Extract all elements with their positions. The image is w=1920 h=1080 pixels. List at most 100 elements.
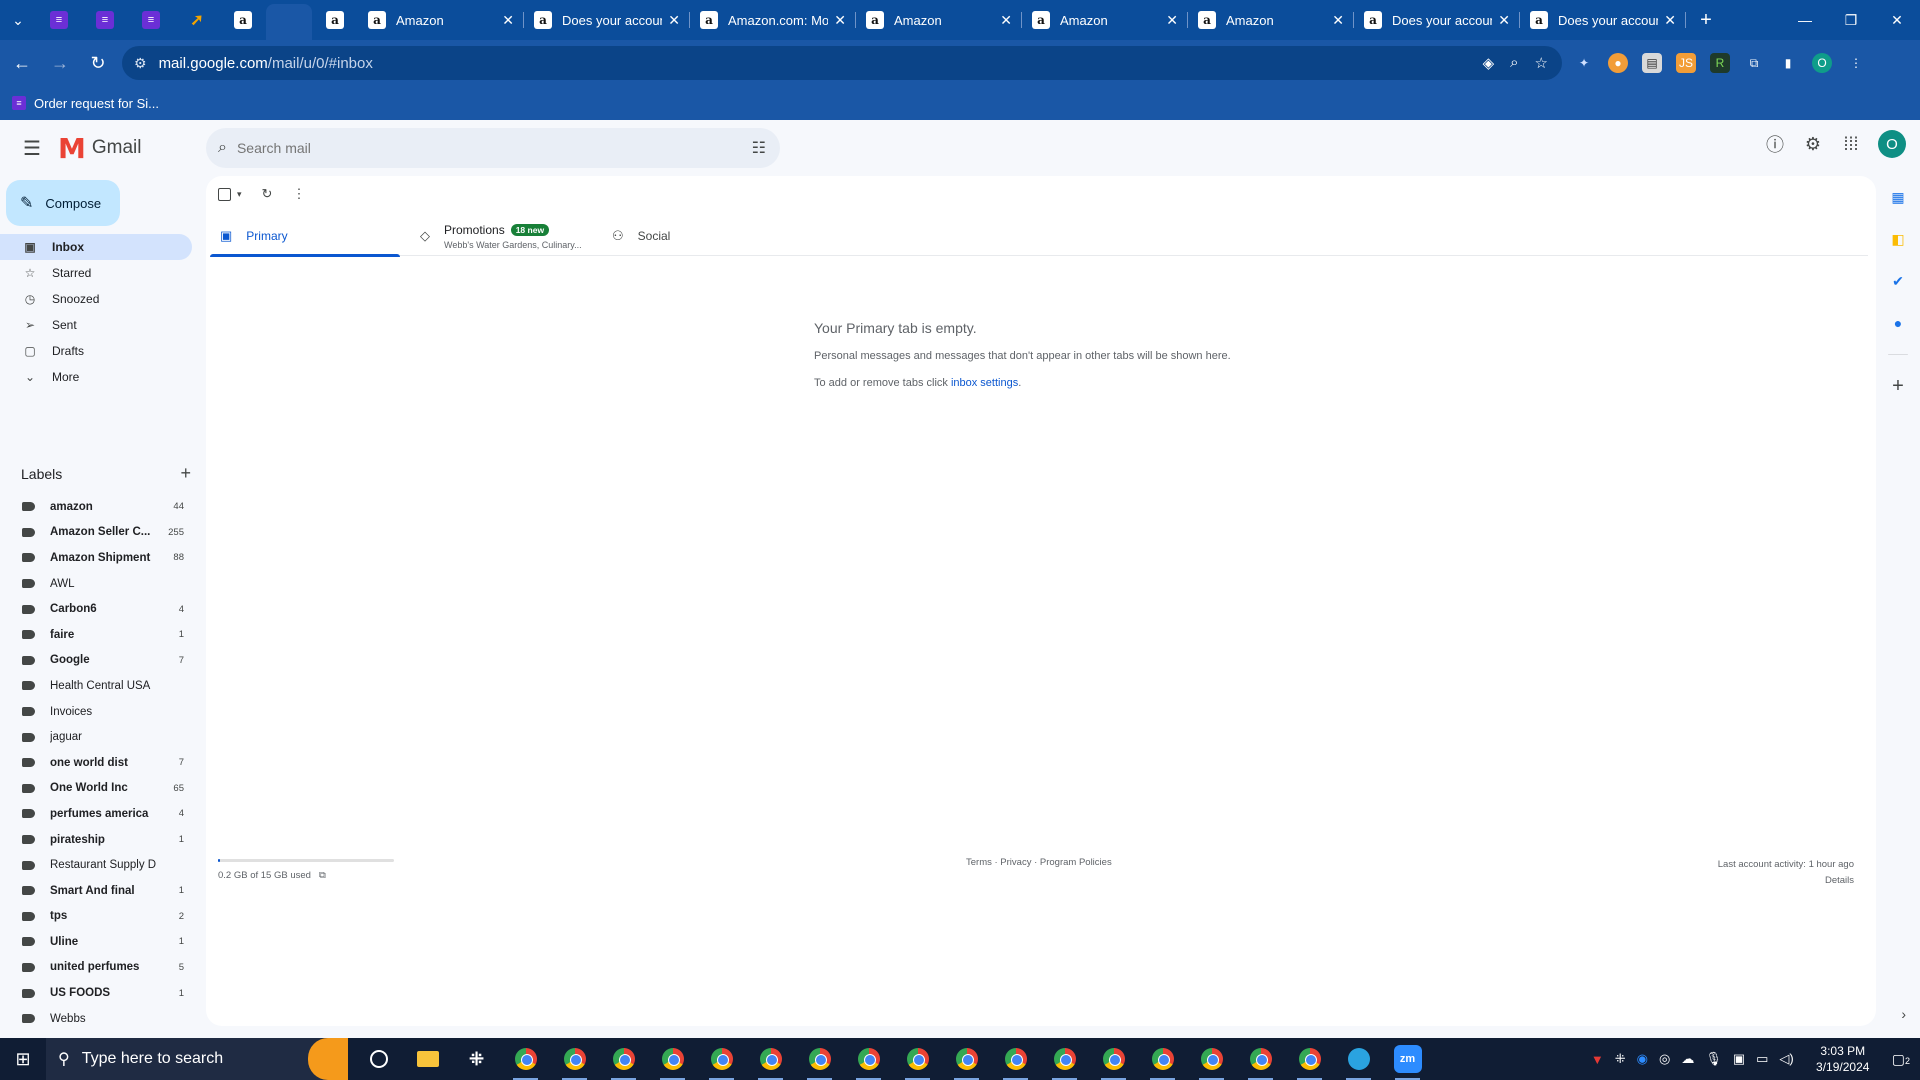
browser-tab[interactable]: a Amazon ✕ [358,0,524,40]
chrome-icon[interactable] [1285,1038,1334,1080]
tasks-icon[interactable]: ✔ [1887,270,1909,292]
chrome-icon[interactable] [599,1038,648,1080]
nav-item-inbox[interactable]: ▣ Inbox [0,234,192,260]
browser-tab[interactable]: a Does your accoun ✕ [1520,0,1686,40]
gmail-logo[interactable]: M Gmail [58,132,142,165]
select-all-checkbox[interactable]: ▾ [218,187,242,201]
telegram-icon[interactable] [1334,1038,1383,1080]
label-item[interactable]: Uline 1 [0,929,200,955]
chrome-icon[interactable] [1089,1038,1138,1080]
microphone-icon[interactable]: 🎙︎ [1705,1051,1722,1067]
contacts-icon[interactable]: ● [1887,312,1909,334]
label-item[interactable]: Health Central USA [0,673,200,699]
external-link-icon[interactable]: ⧉ [319,870,326,881]
pinned-tab[interactable]: ➚ [174,0,220,40]
pinned-tab-gmail[interactable]: M [266,4,967,587]
file-explorer-icon[interactable] [403,1038,452,1080]
close-icon[interactable]: ✕ [1000,12,1012,29]
tray-app-icon[interactable]: ⁜ [1615,1051,1626,1067]
label-item[interactable]: Amazon Shipment 88 [0,545,200,571]
account-avatar[interactable]: O [1878,130,1906,158]
chrome-icon[interactable] [1138,1038,1187,1080]
close-icon[interactable]: ✕ [1664,12,1676,29]
extension-js-icon[interactable]: JS [1676,53,1696,73]
extension-grid-icon[interactable]: ▤ [1642,53,1662,73]
chrome-icon[interactable] [795,1038,844,1080]
chrome-icon[interactable] [1236,1038,1285,1080]
tab-social[interactable]: ⚇ Social [602,216,762,256]
extension-r-icon[interactable]: R [1710,53,1730,73]
forward-icon[interactable]: → [44,47,76,79]
extension-puzzle-blue-icon[interactable]: ✦ [1574,53,1594,73]
nav-item-sent[interactable]: ➢ Sent [0,312,192,338]
chrome-icon[interactable] [746,1038,795,1080]
browser-tab[interactable]: a Amazon ✕ [1188,0,1354,40]
label-item[interactable]: faire 1 [0,622,200,648]
label-item[interactable]: perfumes america 4 [0,801,200,827]
chrome-icon[interactable] [550,1038,599,1080]
label-item[interactable]: one world dist 7 [0,750,200,776]
more-options-icon[interactable]: ⋮ [292,186,305,202]
label-item[interactable]: Webbs [0,1006,200,1032]
details-link[interactable]: Details [1718,873,1854,889]
bookmark-item[interactable]: Order request for Si... [34,96,159,111]
chevron-right-icon[interactable]: › [1901,1006,1906,1022]
nav-item-snoozed[interactable]: ◷ Snoozed [0,286,192,312]
address-bar[interactable]: ⚙ mail.google.com/mail/u/0/#inbox ◈ ⌕ ☆ [122,46,1562,80]
volume-icon[interactable]: ◁) [1779,1051,1793,1067]
browser-tab[interactable]: a Does your accoun ✕ [524,0,690,40]
extensions-icon[interactable]: ⧉ [1744,53,1764,73]
close-window-icon[interactable]: ✕ [1874,12,1920,29]
browser-tab[interactable]: a Amazon ✕ [1022,0,1188,40]
pinned-tab[interactable]: a [312,0,358,40]
side-panel-icon[interactable]: ▮ [1778,53,1798,73]
browser-tab[interactable]: a Does your accoun ✕ [1354,0,1520,40]
calendar-icon[interactable]: ▦ [1887,186,1909,208]
footer-links[interactable]: Terms · Privacy · Program Policies [966,857,1112,868]
keep-icon[interactable]: ◧ [1887,228,1909,250]
tab-promotions[interactable]: ◇ Promotions 18 new Webb's Water Gardens… [400,216,602,256]
restore-icon[interactable]: ❐ [1828,12,1874,29]
bookmark-star-icon[interactable]: ☆ [1535,54,1548,72]
settings-gear-icon[interactable]: ⚙ [1802,134,1824,155]
close-icon[interactable]: ✕ [1166,12,1178,29]
slack-icon[interactable]: ⁜ [452,1038,501,1080]
apps-grid-icon[interactable]: ⁞⁞⁞ [1840,134,1862,155]
main-menu-icon[interactable]: ☰ [8,124,56,172]
label-item[interactable]: pirateship 1 [0,827,200,853]
refresh-icon[interactable]: ↻ [262,186,273,202]
get-addons-icon[interactable]: + [1887,375,1909,397]
nav-item-starred[interactable]: ☆ Starred [0,260,192,286]
pinned-tab[interactable]: ≡ [36,0,82,40]
network-icon[interactable]: ▭ [1756,1051,1768,1067]
label-item[interactable]: jaguar [0,724,200,750]
close-icon[interactable]: ✕ [1498,12,1510,29]
site-info-icon[interactable]: ⚙ [134,55,147,72]
tray-app-icon[interactable]: ▼ [1591,1052,1604,1067]
label-item[interactable]: united perfumes 5 [0,955,200,981]
label-item[interactable]: Smart And final 1 [0,878,200,904]
close-icon[interactable]: ✕ [502,12,514,29]
browser-tab[interactable]: a Amazon.com: Mot ✕ [690,0,856,40]
search-input[interactable] [236,140,717,156]
help-icon[interactable]: ⓘ [1764,131,1786,157]
chrome-icon[interactable] [697,1038,746,1080]
profile-avatar[interactable]: O [1812,53,1832,73]
label-item[interactable]: Invoices [0,699,200,725]
notifications-icon[interactable]: ▢2 [1892,1051,1910,1068]
chrome-icon[interactable] [1040,1038,1089,1080]
eye-off-icon[interactable]: ◈ [1483,54,1495,72]
close-icon[interactable]: ✕ [1332,12,1344,29]
chrome-icon[interactable] [648,1038,697,1080]
search-icon[interactable]: ⌕ [218,139,227,157]
pinned-tab[interactable]: a [220,0,266,40]
tab-primary[interactable]: ▣ Primary [210,216,400,257]
label-item[interactable]: Amazon Seller C... 255 [0,520,200,546]
taskbar-search[interactable]: ⚲ Type here to search [46,1038,348,1080]
tray-zoom-icon[interactable]: ◉ [1637,1051,1648,1067]
minimize-icon[interactable]: — [1782,12,1828,29]
label-item[interactable]: tps 2 [0,904,200,930]
close-icon[interactable]: ✕ [668,12,680,29]
chrome-icon[interactable] [942,1038,991,1080]
chrome-icon[interactable] [844,1038,893,1080]
